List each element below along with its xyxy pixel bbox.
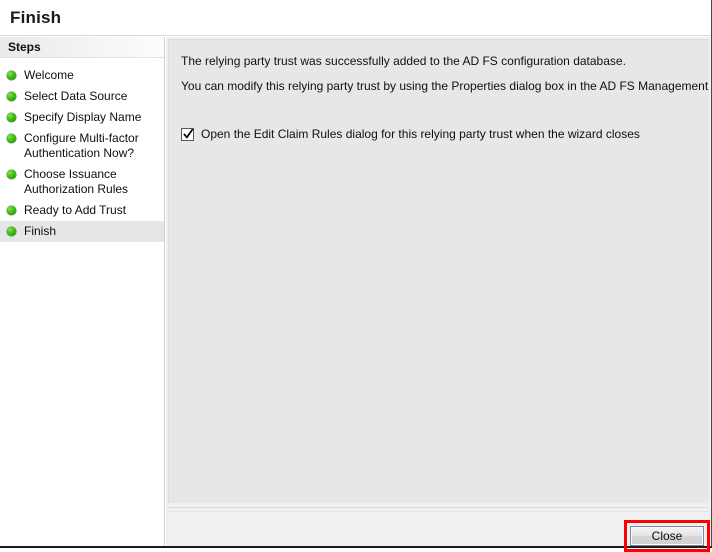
steps-header: Steps [0, 37, 164, 58]
page-title: Finish [10, 8, 62, 27]
sidebar-item-label: Choose Issuance Authorization Rules [24, 167, 129, 196]
steps-sidebar: Steps Welcome Select Data Source Specify… [0, 37, 165, 546]
step-bullet-icon [7, 71, 16, 80]
add-relying-party-trust-wizard: Finish Steps Welcome Select Data Source … [0, 0, 712, 552]
sidebar-item-label: Configure Multi-factor Authentication No… [24, 131, 139, 160]
sidebar-item-label: Welcome [24, 68, 74, 82]
sidebar-item-label: Finish [24, 224, 57, 238]
steps-list: Welcome Select Data Source Specify Displ… [0, 58, 164, 242]
sidebar-item-ready-to-add-trust[interactable]: Ready to Add Trust [0, 200, 164, 221]
content-panel: The relying party trust was successfully… [168, 39, 712, 503]
step-bullet-icon [7, 134, 16, 143]
sidebar-item-label: Ready to Add Trust [24, 203, 127, 217]
wizard-footer: Close [168, 507, 710, 552]
step-bullet-icon [7, 113, 16, 122]
check-icon [183, 128, 194, 139]
close-button[interactable]: Close [630, 526, 704, 546]
success-message: The relying party trust was successfully… [181, 54, 626, 68]
wizard-title-bar: Finish [0, 0, 711, 36]
steps-header-label: Steps [8, 40, 41, 54]
sidebar-item-welcome[interactable]: Welcome [0, 65, 164, 86]
step-bullet-icon [7, 206, 16, 215]
step-bullet-icon [7, 92, 16, 101]
sidebar-item-select-data-source[interactable]: Select Data Source [0, 86, 164, 107]
sidebar-item-label: Specify Display Name [24, 110, 142, 124]
sidebar-item-finish[interactable]: Finish [0, 221, 164, 242]
step-bullet-icon [7, 170, 16, 179]
content-pane: The relying party trust was successfully… [166, 37, 712, 552]
modify-instructions: You can modify this relying party trust … [181, 79, 712, 93]
sidebar-item-label: Select Data Source [24, 89, 128, 103]
sidebar-item-specify-display-name[interactable]: Specify Display Name [0, 107, 164, 128]
sidebar-item-choose-issuance-authorization-rules[interactable]: Choose Issuance Authorization Rules [0, 164, 164, 200]
step-bullet-icon [7, 227, 16, 236]
open-edit-claim-rules-label: Open the Edit Claim Rules dialog for thi… [201, 127, 640, 141]
open-edit-claim-rules-checkbox-row[interactable]: Open the Edit Claim Rules dialog for thi… [181, 127, 640, 142]
wizard-body: Steps Welcome Select Data Source Specify… [0, 37, 712, 552]
footer-divider [168, 511, 709, 512]
open-edit-claim-rules-checkbox[interactable] [181, 128, 194, 141]
sidebar-item-configure-multi-factor-authentication[interactable]: Configure Multi-factor Authentication No… [0, 128, 164, 164]
